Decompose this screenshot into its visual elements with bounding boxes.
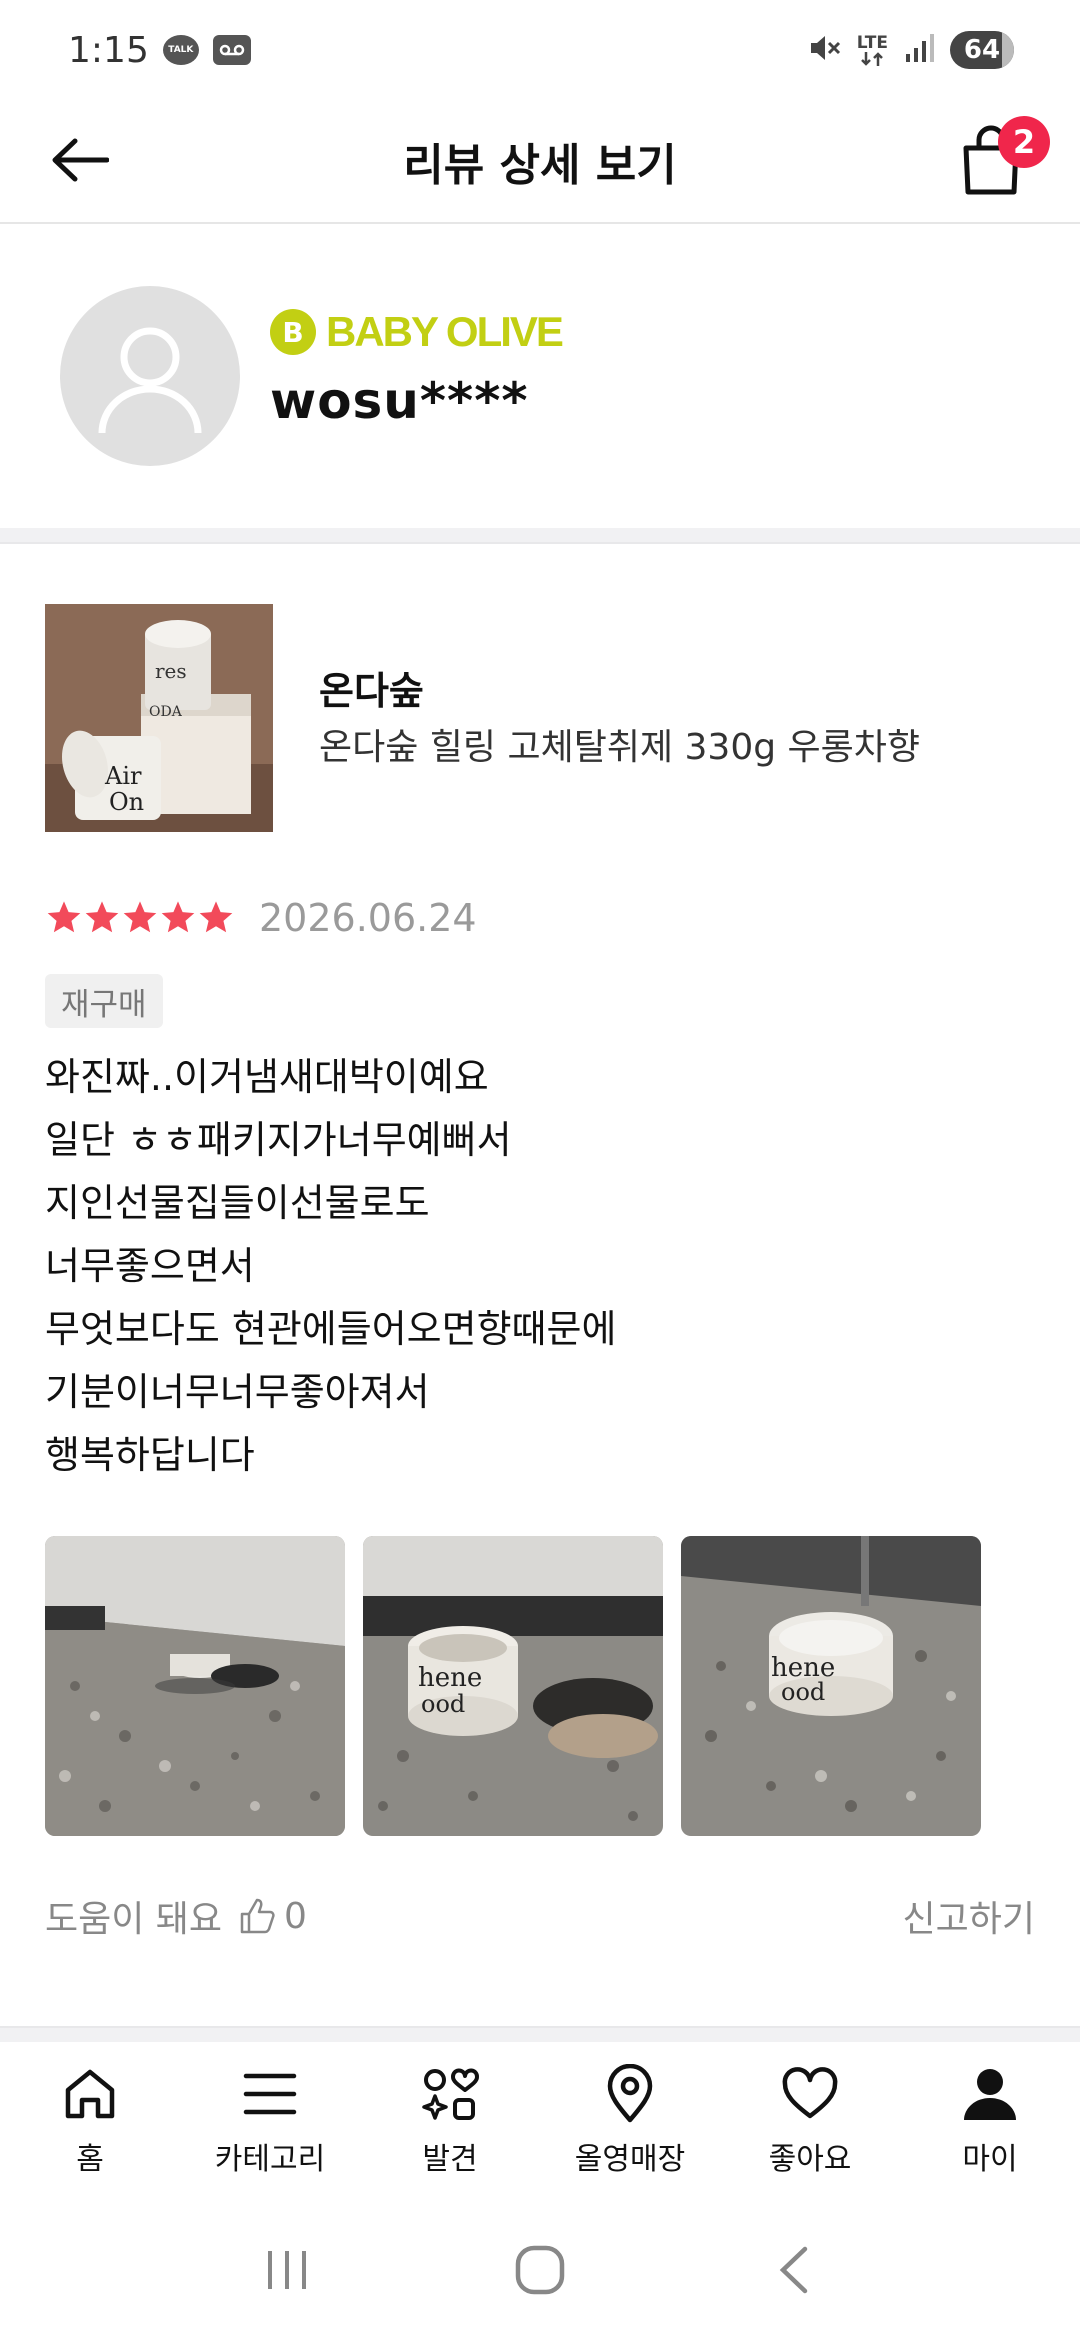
avatar[interactable] [60, 286, 240, 466]
person-icon [958, 2062, 1022, 2126]
review-line: 무엇보다도 현관에들어오면향때문에 [45, 1307, 617, 1351]
reviewed-product[interactable]: Air On res ODA 온다숲 온다숲 힐링 고체탈취제 330g 우롱차… [45, 604, 1035, 832]
chevron-left-icon [780, 2246, 808, 2294]
svg-text:On: On [109, 788, 144, 816]
recent-apps-button[interactable] [252, 2235, 322, 2305]
section-divider [0, 2026, 1080, 2042]
nav-my[interactable]: 마이 [900, 2042, 1080, 2192]
product-thumbnail[interactable]: Air On res ODA [45, 604, 273, 832]
review-body: 와진짜..이거냄새대박이예요 일단 ㅎㅎ패키지가너무예뻐서 지인선물집들이선물로… [45, 1046, 1035, 1487]
reviewer-profile: B BABY OLIVE wosu**** [0, 226, 1080, 528]
svg-text:ood: ood [781, 1678, 825, 1706]
status-right: LTE 64 [807, 31, 1014, 69]
section-divider [0, 528, 1080, 544]
nav-home[interactable]: 홈 [0, 2042, 180, 2192]
review-line: 와진짜..이거냄새대박이예요 [45, 1055, 489, 1099]
back-system-button[interactable] [758, 2235, 828, 2305]
rating-row: 2026.06.24 [45, 896, 477, 940]
review-line: 일단 ㅎㅎ패키지가너무예뻐서 [45, 1118, 512, 1162]
grade-badge-icon: B [270, 309, 316, 355]
battery-indicator: 64 [950, 31, 1014, 69]
cart-count-badge: 2 [998, 116, 1050, 168]
repurchase-badge: 재구매 [45, 974, 163, 1028]
mute-icon [807, 31, 841, 69]
star-icon [85, 901, 119, 933]
review-feedback-row: 도움이 돼요 0 신고하기 [45, 1886, 1035, 1946]
svg-text:ODA: ODA [149, 704, 183, 720]
nav-label: 올영매장 [574, 2142, 686, 2177]
back-button[interactable] [48, 128, 112, 192]
kakaotalk-notification-icon: TALK [162, 35, 199, 65]
helpful-label: 도움이 돼요 [45, 1899, 223, 1940]
review-line: 지인선물집들이선물로도 [45, 1181, 430, 1225]
nav-label: 홈 [76, 2142, 104, 2177]
voicemail-icon [212, 35, 251, 65]
home-button[interactable] [505, 2235, 575, 2305]
location-pin-icon [598, 2062, 662, 2126]
nav-label: 카테고리 [214, 2142, 326, 2177]
bottom-navigation: 홈 카테고리 발견 올영매장 좋아요 마이 [0, 2042, 1080, 2192]
app-header: 리뷰 상세 보기 2 [0, 100, 1080, 224]
star-icon [199, 901, 233, 933]
home-icon [58, 2062, 122, 2126]
arrow-left-icon [52, 138, 109, 182]
review-date: 2026.06.24 [259, 896, 477, 940]
star-icon [123, 901, 157, 933]
nav-likes[interactable]: 좋아요 [720, 2042, 900, 2192]
home-square-icon [515, 2245, 565, 2295]
star-rating [45, 899, 235, 937]
review-line: 행복하답니다 [45, 1433, 255, 1477]
nav-store[interactable]: 올영매장 [540, 2042, 720, 2192]
review-photo-1[interactable] [45, 1536, 345, 1836]
page-title: 리뷰 상세 보기 [403, 140, 677, 191]
helpful-count: 0 [284, 1895, 307, 1937]
menu-icon [238, 2062, 302, 2126]
status-bar: 1:15 TALK LTE 64 [0, 0, 1080, 100]
product-name[interactable]: 온다숲 힐링 고체탈취제 330g 우롱차향 [319, 718, 920, 770]
svg-text:res: res [155, 659, 187, 683]
grade-name: BABY OLIVE [326, 308, 564, 355]
star-icon [161, 901, 195, 933]
review-photos: hene ood hene ood [45, 1536, 981, 1836]
svg-text:ood: ood [421, 1690, 465, 1718]
svg-text:Air: Air [104, 762, 142, 790]
review-line: 너무좋으면서 [45, 1244, 255, 1288]
status-time: 1:15 [68, 29, 149, 71]
thumbs-up-icon [240, 1898, 275, 1934]
product-brand: 온다숲 [319, 669, 424, 713]
review-photo-2[interactable]: hene ood [363, 1536, 663, 1836]
talk-label: TALK [168, 45, 194, 55]
nav-label: 발견 [422, 2142, 478, 2177]
member-grade: B BABY OLIVE [270, 308, 564, 356]
status-left: 1:15 TALK [68, 30, 251, 71]
svg-text:hene: hene [418, 1663, 482, 1693]
recent-apps-icon [267, 2251, 306, 2289]
cart-button[interactable]: 2 [960, 116, 1050, 200]
signal-icon [904, 32, 934, 68]
system-navigation-bar [0, 2200, 1080, 2340]
heart-icon [778, 2062, 842, 2126]
nav-category[interactable]: 카테고리 [180, 2042, 360, 2192]
reviewer-username: wosu**** [270, 372, 529, 430]
review-line: 기분이너무너무좋아져서 [45, 1370, 430, 1414]
star-icon [47, 901, 81, 933]
lte-icon: LTE [857, 34, 888, 66]
nav-label: 좋아요 [768, 2142, 852, 2177]
default-user-icon [98, 327, 202, 434]
helpful-button[interactable]: 0 [238, 1896, 307, 1937]
review-photo-3[interactable]: hene ood [681, 1536, 981, 1836]
report-button[interactable]: 신고하기 [903, 1890, 1035, 1942]
discover-icon [418, 2062, 482, 2126]
nav-discover[interactable]: 발견 [360, 2042, 540, 2192]
nav-label: 마이 [962, 2142, 1018, 2177]
